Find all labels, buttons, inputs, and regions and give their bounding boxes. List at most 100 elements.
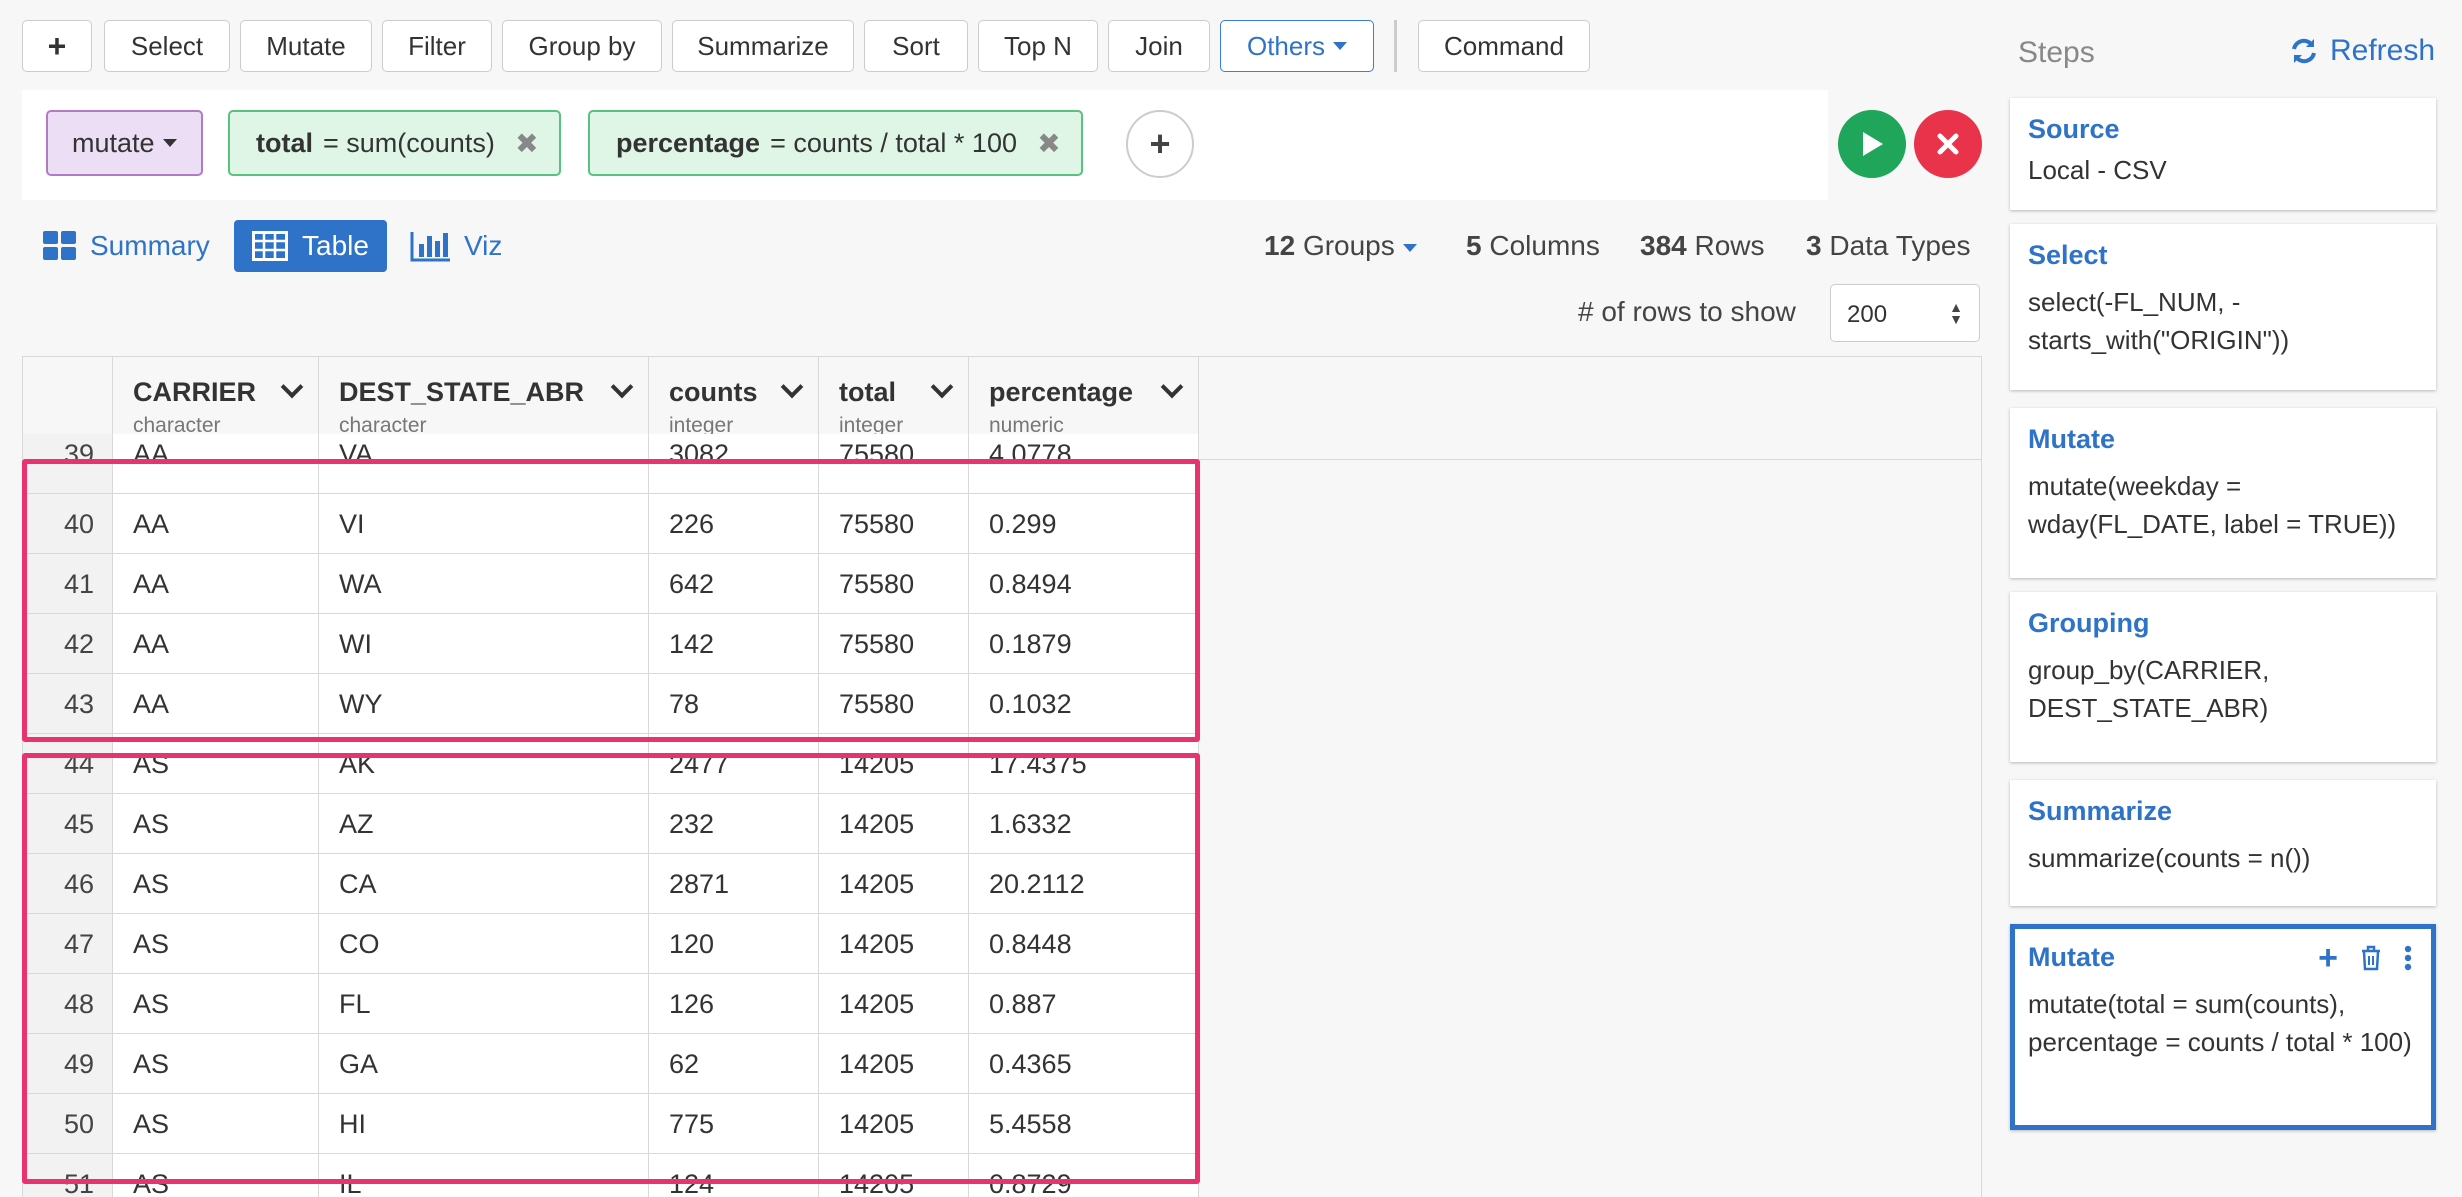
mutate-editor-bar: mutate total = sum(counts) ✖ percentage …: [22, 90, 1828, 200]
tab-viz[interactable]: Viz: [410, 220, 502, 272]
step-card-mutate-weekday[interactable]: Mutate mutate(weekday = wday(FL_DATE, la…: [2010, 408, 2436, 578]
select-button[interactable]: Select: [104, 20, 230, 72]
table-cell: 126: [649, 974, 819, 1034]
run-button[interactable]: [1838, 110, 1906, 178]
table-cell: AS: [113, 854, 319, 914]
row-number: 42: [23, 614, 113, 674]
chevron-down-icon[interactable]: [1160, 375, 1184, 399]
table-cell: AS: [113, 1034, 319, 1094]
mutate-button[interactable]: Mutate: [240, 20, 372, 72]
table-row: 43 AA WY 78 75580 0.1032: [23, 674, 1199, 734]
step-card-grouping[interactable]: Grouping group_by(CARRIER, DEST_STATE_AB…: [2010, 592, 2436, 762]
table-row: 41 AA WA 642 75580 0.8494: [23, 554, 1199, 614]
verb-dropdown[interactable]: mutate: [46, 110, 203, 176]
row-number: 44: [23, 734, 113, 794]
join-button[interactable]: Join: [1108, 20, 1210, 72]
bar-chart-icon: [410, 232, 450, 262]
others-dropdown[interactable]: Others: [1220, 20, 1374, 72]
table-cell: CO: [319, 914, 649, 974]
table-cell: GA: [319, 1034, 649, 1094]
table-cell: AA: [113, 434, 319, 494]
row-number: 47: [23, 914, 113, 974]
refresh-label: Refresh: [2330, 34, 2436, 67]
trash-icon[interactable]: [2360, 945, 2382, 971]
step-body: mutate(total = sum(counts), percentage =…: [2028, 989, 2412, 1057]
step-card-summarize[interactable]: Summarize summarize(counts = n()): [2010, 780, 2436, 906]
table-cell: WI: [319, 614, 649, 674]
toolbar-divider: [1394, 20, 1397, 72]
remove-expression-icon[interactable]: ✖: [495, 127, 559, 160]
table-cell: AS: [113, 914, 319, 974]
add-expression-button[interactable]: +: [1126, 110, 1194, 178]
table-cell: 775: [649, 1094, 819, 1154]
row-number: 50: [23, 1094, 113, 1154]
groups-dropdown[interactable]: 12 Groups: [1264, 230, 1417, 262]
row-number: 48: [23, 974, 113, 1034]
table-cell: 14205: [819, 974, 969, 1034]
table-cell: 232: [649, 794, 819, 854]
steps-title: Steps: [2018, 36, 2095, 69]
chevron-down-icon[interactable]: [610, 375, 634, 399]
expression-chip-percentage[interactable]: percentage = counts / total * 100 ✖: [588, 110, 1083, 176]
step-title: Summarize: [2028, 796, 2173, 826]
more-vertical-icon[interactable]: [2404, 945, 2412, 971]
step-body: Local - CSV: [2028, 155, 2167, 185]
table-cell: 642: [649, 554, 819, 614]
step-card-mutate-active[interactable]: Mutate + mutate(total = sum(counts), per…: [2010, 924, 2436, 1130]
table-row: 42 AA WI 142 75580 0.1879: [23, 614, 1199, 674]
table-row: 39 AA VA 3082 75580 4.0778: [23, 434, 1199, 494]
table-cell: 14205: [819, 1034, 969, 1094]
grid-icon: [43, 231, 76, 260]
step-body: mutate(weekday = wday(FL_DATE, label = T…: [2028, 471, 2397, 539]
sort-button[interactable]: Sort: [864, 20, 968, 72]
updown-icon: ▲ ▼: [1949, 299, 1963, 327]
group-by-button[interactable]: Group by: [502, 20, 662, 72]
step-card-select[interactable]: Select select(-FL_NUM, -starts_with("ORI…: [2010, 224, 2436, 390]
top-n-button[interactable]: Top N: [978, 20, 1098, 72]
rows-to-show-select[interactable]: 200 ▲ ▼: [1830, 284, 1980, 342]
chevron-down-icon[interactable]: [930, 375, 954, 399]
table-cell: 14205: [819, 914, 969, 974]
step-card-source[interactable]: Source Local - CSV: [2010, 98, 2436, 210]
add-icon[interactable]: +: [2318, 941, 2338, 975]
filter-button[interactable]: Filter: [382, 20, 492, 72]
tab-summary[interactable]: Summary: [42, 220, 210, 272]
table-cell: 75580: [819, 614, 969, 674]
rows-label: Rows: [1694, 230, 1765, 261]
table-cell: 14205: [819, 794, 969, 854]
rows-count: 384: [1640, 230, 1687, 261]
expression-chip-total[interactable]: total = sum(counts) ✖: [228, 110, 561, 176]
row-number: 46: [23, 854, 113, 914]
command-button[interactable]: Command: [1418, 20, 1590, 72]
column-name: percentage: [989, 377, 1134, 407]
table-cell: AK: [319, 734, 649, 794]
summarize-button[interactable]: Summarize: [672, 20, 854, 72]
table-cell: 17.4375: [969, 734, 1199, 794]
table-cell: AS: [113, 1154, 319, 1197]
add-step-button[interactable]: +: [22, 20, 92, 72]
table-cell: 75580: [819, 554, 969, 614]
expression-body: = counts / total * 100: [770, 127, 1017, 158]
refresh-button[interactable]: Refresh: [2290, 34, 2435, 68]
groups-label: Groups: [1302, 230, 1395, 261]
column-name: counts: [669, 377, 758, 407]
cancel-button[interactable]: [1914, 110, 1982, 178]
row-number: 39: [23, 434, 113, 494]
groups-count: 12: [1264, 230, 1296, 261]
row-number: 49: [23, 1034, 113, 1094]
table-cell: VA: [319, 434, 649, 494]
table-cell: AS: [113, 794, 319, 854]
chevron-down-icon[interactable]: [280, 375, 304, 399]
table-cell: AA: [113, 494, 319, 554]
remove-expression-icon[interactable]: ✖: [1017, 127, 1081, 160]
types-label: Data Types: [1829, 230, 1971, 261]
chevron-down-icon[interactable]: [780, 375, 804, 399]
play-icon: [1863, 132, 1883, 156]
table-cell: 1.6332: [969, 794, 1199, 854]
table-cell: 4.0778: [969, 434, 1199, 494]
tab-table[interactable]: Table: [234, 220, 387, 272]
expression-name: total: [256, 127, 313, 158]
table-cell: AZ: [319, 794, 649, 854]
table-cell: WA: [319, 554, 649, 614]
column-name: DEST_STATE_ABR: [339, 377, 585, 407]
